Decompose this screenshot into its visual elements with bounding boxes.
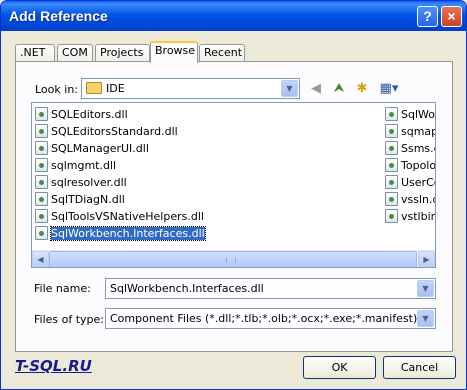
look-in-label: Look in:	[35, 83, 78, 96]
list-item-selected[interactable]: SqlWorkbench.Interfaces.dll	[35, 226, 206, 242]
chevron-down-icon[interactable]: ▼	[417, 310, 434, 327]
tab-recent[interactable]: Recent	[199, 44, 245, 62]
list-item[interactable]: SqlToolsVSNativeHelpers.dll	[35, 209, 204, 225]
list-item[interactable]: SqlTDiagN.dll	[35, 192, 125, 208]
dll-file-icon	[385, 192, 398, 206]
tab-projects[interactable]: Projects	[95, 44, 150, 62]
dll-file-icon	[385, 124, 398, 138]
dll-file-icon	[35, 107, 48, 121]
look-in-value: IDE	[106, 82, 125, 95]
view-menu-icon[interactable]: ▦▾	[376, 80, 402, 98]
file-name-combo[interactable]: SqlWorkbench.Interfaces.dll ▼	[105, 278, 436, 299]
tab-dotnet[interactable]: .NET	[15, 44, 55, 62]
window-file-icon	[385, 175, 398, 189]
up-folder-icon[interactable]: ⮝	[329, 80, 349, 98]
dll-file-icon	[385, 107, 398, 121]
list-item[interactable]: UserCor	[385, 175, 435, 191]
exe-file-icon	[385, 141, 398, 155]
list-item[interactable]: SQLEditors.dll	[35, 107, 128, 123]
tab-browse[interactable]: Browse	[150, 41, 198, 63]
file-list[interactable]: SQLEditors.dll SQLEditorsStandard.dll SQ…	[31, 102, 436, 268]
list-item[interactable]: Ssms.ex	[385, 141, 435, 157]
list-item[interactable]: sqlresolver.dll	[35, 175, 127, 191]
list-item[interactable]: SQLManagerUI.dll	[35, 141, 149, 157]
new-folder-icon[interactable]: ✱	[352, 80, 372, 98]
scroll-thumb[interactable]	[49, 251, 417, 267]
tab-com[interactable]: COM	[57, 44, 93, 62]
dll-file-icon	[35, 226, 48, 240]
dll-file-icon	[35, 124, 48, 138]
grip-icon	[226, 257, 236, 263]
scroll-right-icon[interactable]: ▶	[418, 251, 435, 267]
dll-file-icon	[35, 141, 48, 155]
chevron-down-icon[interactable]: ▼	[281, 80, 298, 97]
dll-file-icon	[385, 158, 398, 172]
title-bar: Add Reference ? ×	[1, 1, 466, 31]
dll-file-icon	[35, 158, 48, 172]
list-item[interactable]: Topolog	[385, 158, 435, 174]
list-item[interactable]: sqmapi.	[385, 124, 435, 140]
look-in-combo[interactable]: IDE ▼	[81, 78, 300, 99]
files-of-type-combo[interactable]: Component Files (*.dll;*.tlb;*.olb;*.ocx…	[105, 308, 436, 329]
back-icon[interactable]: ◀	[306, 80, 326, 98]
list-item[interactable]: SQLEditorsStandard.dll	[35, 124, 178, 140]
list-item[interactable]: vssln.dl	[385, 192, 435, 208]
folder-icon	[86, 82, 102, 94]
dll-file-icon	[35, 192, 48, 206]
cancel-button[interactable]: Cancel	[383, 356, 456, 379]
add-reference-dialog: Add Reference ? × .NET COM Projects Brow…	[0, 0, 467, 390]
dll-file-icon	[35, 209, 48, 223]
list-item[interactable]: SqlWork	[385, 107, 435, 123]
ok-button[interactable]: OK	[303, 356, 376, 379]
files-of-type-value: Component Files (*.dll;*.tlb;*.olb;*.ocx…	[110, 312, 418, 325]
dll-file-icon	[385, 209, 398, 223]
chevron-down-icon[interactable]: ▼	[417, 280, 434, 297]
list-item[interactable]: sqlmgmt.dll	[35, 158, 116, 174]
close-button[interactable]: ×	[441, 6, 462, 27]
help-button[interactable]: ?	[417, 6, 438, 27]
files-of-type-label: Files of type:	[34, 313, 105, 326]
file-name-label: File name:	[34, 282, 91, 295]
list-item[interactable]: vstlbinf	[385, 209, 435, 225]
horizontal-scrollbar[interactable]: ◀ ▶	[32, 250, 435, 267]
scroll-left-icon[interactable]: ◀	[32, 251, 49, 267]
file-name-value: SqlWorkbench.Interfaces.dll	[110, 282, 264, 295]
dialog-title: Add Reference	[9, 8, 108, 24]
brand-logo: T-SQL.RU	[15, 357, 92, 375]
dll-file-icon	[35, 175, 48, 189]
